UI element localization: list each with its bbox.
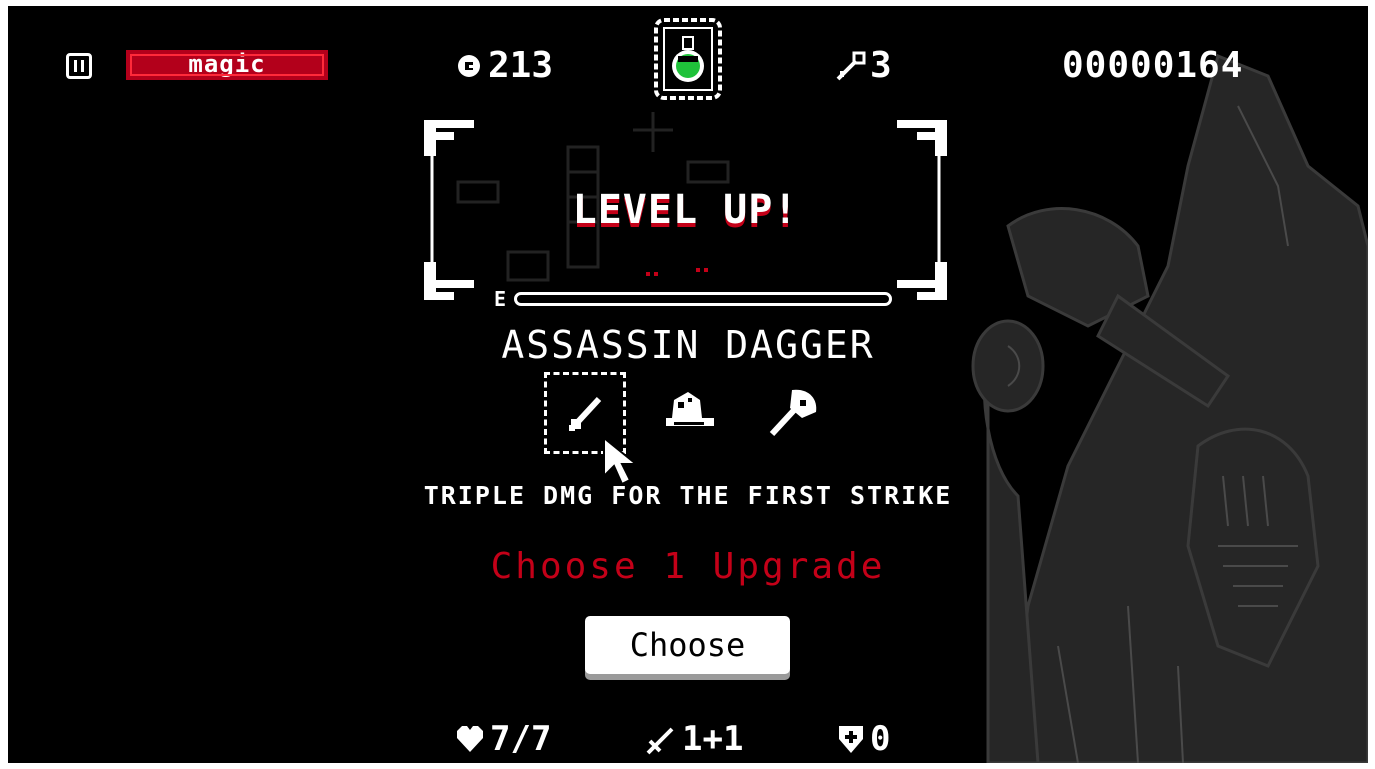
key-count: 3: [870, 45, 892, 86]
attack-stat: 1+1: [644, 722, 743, 756]
defense-stat: 0: [836, 722, 890, 756]
coin-icon: [458, 55, 480, 77]
wizard-hat-icon: [666, 392, 714, 426]
choose-hint: Choose 1 Upgrade: [490, 546, 886, 587]
game-screen: magic 213 3 00000164 LEVEL UP! E ASSASSI…: [8, 6, 1368, 763]
upgrade-option-axe[interactable]: [756, 372, 838, 454]
choose-button[interactable]: Choose: [585, 616, 790, 674]
health-value: 7/7: [490, 719, 552, 759]
upgrade-name: ASSASSIN DAGGER: [501, 323, 875, 367]
health-stat: 7/7: [454, 722, 551, 756]
sword-icon: [646, 727, 674, 755]
wizard-background-art: [971, 53, 1368, 763]
upgrade-option-wizard-hat[interactable]: [652, 372, 734, 454]
coin-counter: 213: [456, 48, 553, 84]
upgrade-description: TRIPLE DMG FOR THE FIRST STRIKE: [423, 481, 953, 510]
shield-icon: [839, 726, 863, 753]
pause-bar-right: [81, 60, 84, 72]
pause-bar-left: [74, 60, 77, 72]
attack-value: 1+1: [682, 719, 744, 759]
xp-bar: [514, 292, 892, 306]
key-icon: [836, 51, 866, 81]
axe-icon: [769, 389, 817, 437]
defense-value: 0: [870, 719, 891, 759]
potion-slot[interactable]: [648, 12, 728, 106]
pause-button[interactable]: [66, 53, 92, 79]
score-counter: 00000164: [1062, 45, 1244, 86]
level-up-title: LEVEL UP!: [572, 187, 799, 233]
xp-label: E: [494, 287, 507, 311]
coin-count: 213: [488, 45, 554, 86]
heart-icon: [457, 726, 483, 752]
mode-badge: magic: [126, 50, 328, 80]
level-up-panel: LEVEL UP! E: [418, 112, 953, 311]
key-counter: 3: [834, 48, 892, 84]
